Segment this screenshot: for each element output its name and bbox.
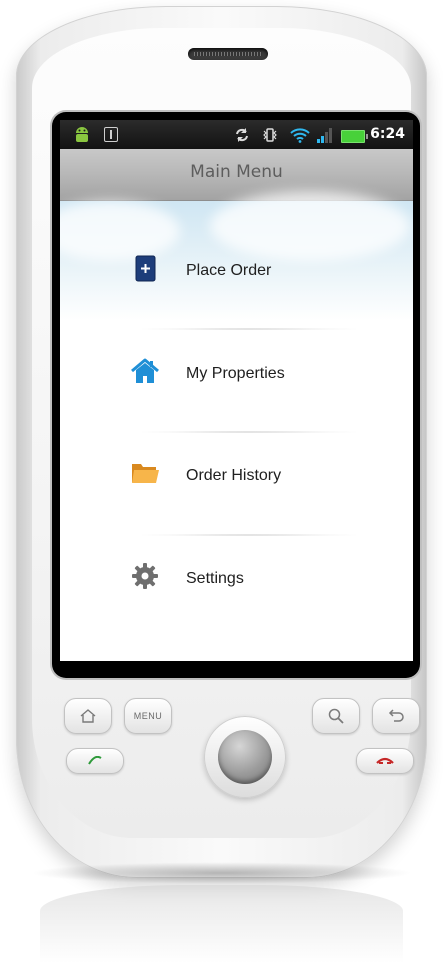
sync-icon <box>236 128 248 142</box>
end-call-icon <box>376 757 394 764</box>
usb-icon <box>104 127 118 142</box>
trackball-ball <box>218 730 272 784</box>
menu-item-label: Order History <box>186 467 282 484</box>
page-title: Main Menu <box>190 162 283 182</box>
back-arrow-icon <box>388 709 404 722</box>
trackball[interactable] <box>204 716 286 798</box>
signal-icon <box>317 128 332 143</box>
menu-item-label: My Properties <box>186 365 285 382</box>
vibrate-icon <box>263 128 277 142</box>
device-shadow <box>30 862 413 884</box>
back-button[interactable] <box>372 698 420 734</box>
menu-item-settings[interactable]: Settings <box>60 509 413 609</box>
call-icon <box>88 756 102 765</box>
menu-button[interactable]: MENU <box>124 698 172 734</box>
menu-item-order-history[interactable]: Order History <box>60 406 413 506</box>
gear-icon <box>132 563 158 589</box>
status-time: 6:24 <box>370 126 405 142</box>
battery-icon <box>341 130 368 143</box>
call-button[interactable] <box>66 748 124 774</box>
end-call-button[interactable] <box>356 748 414 774</box>
home-icon <box>80 709 96 723</box>
document-add-icon <box>135 255 156 282</box>
android-icon <box>76 127 88 142</box>
wifi-icon <box>290 128 310 143</box>
house-icon <box>131 358 159 383</box>
device-reflection <box>40 885 403 972</box>
home-button[interactable] <box>64 698 112 734</box>
menu-item-label: Place Order <box>186 262 272 279</box>
status-bar: 6:24 <box>60 120 413 149</box>
earpiece-speaker <box>188 48 268 60</box>
search-button[interactable] <box>312 698 360 734</box>
search-icon <box>328 708 344 724</box>
title-bar: Main Menu <box>60 149 413 201</box>
menu-item-my-properties[interactable]: My Properties <box>60 304 413 404</box>
phone-screen: 6:24 Main Menu Place Order My Properties <box>60 120 413 661</box>
menu-item-place-order[interactable]: Place Order <box>60 201 413 301</box>
menu-item-label: Settings <box>186 570 244 587</box>
menu-button-label: MENU <box>133 711 163 721</box>
folder-icon <box>132 464 159 483</box>
main-menu-list: Place Order My Properties Order History <box>60 191 413 661</box>
